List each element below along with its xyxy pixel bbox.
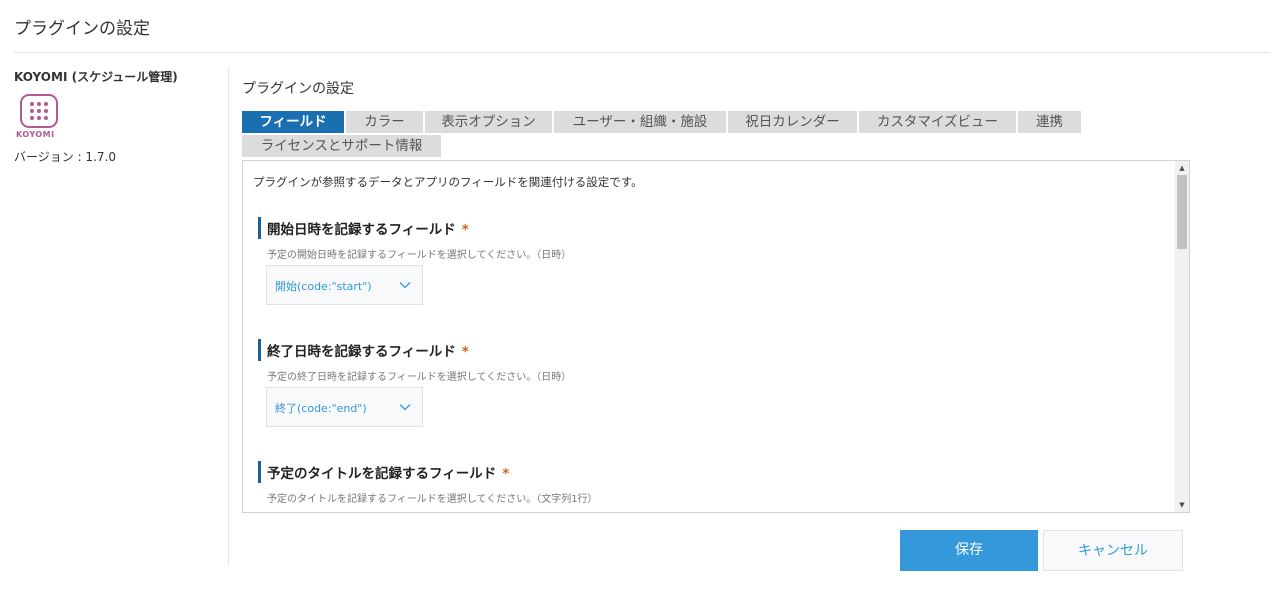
- required-mark: *: [502, 466, 510, 482]
- section-marker: [258, 217, 261, 239]
- section-title: 予定のタイトルを記録するフィールド *: [267, 466, 510, 482]
- required-mark: *: [461, 344, 469, 360]
- sidebar-divider: [228, 68, 229, 565]
- plugin-info-sidebar: KOYOMI (スケジュール管理) KOYOMI バージョン : 1.7.0: [14, 68, 214, 164]
- tab-integration[interactable]: 連携: [1018, 111, 1081, 133]
- tab-license-support[interactable]: ライセンスとサポート情報: [242, 135, 441, 157]
- section-title: 開始日時を記録するフィールド *: [267, 222, 469, 238]
- section-marker: [258, 461, 261, 483]
- chevron-down-icon: [399, 404, 411, 411]
- start-field-select[interactable]: 開始(code:"start"): [266, 265, 423, 305]
- scroll-down-arrow-icon[interactable]: ▼: [1175, 498, 1189, 512]
- section-marker: [258, 339, 261, 361]
- select-value: 開始(code:"start"): [275, 280, 372, 293]
- tab-field[interactable]: フィールド: [242, 111, 344, 133]
- plugin-name: KOYOMI (スケジュール管理): [14, 70, 178, 84]
- field-settings-panel: プラグインが参照するデータとアプリのフィールドを関連付ける設定です。 開始日時を…: [242, 160, 1190, 513]
- select-value: 終了(code:"end"): [275, 402, 367, 415]
- tab-color[interactable]: カラー: [346, 111, 423, 133]
- tab-display-options[interactable]: 表示オプション: [425, 111, 552, 133]
- settings-title: プラグインの設定: [242, 81, 354, 97]
- plugin-version: バージョン : 1.7.0: [14, 150, 116, 164]
- panel-description: プラグインが参照するデータとアプリのフィールドを関連付ける設定です。: [253, 175, 643, 189]
- settings-content: プラグインの設定 フィールド カラー 表示オプション ユーザー・組織・施設 祝日…: [242, 78, 1190, 513]
- header-divider: [14, 52, 1270, 53]
- tab-customize-view[interactable]: カスタマイズビュー: [859, 111, 1016, 133]
- cancel-button[interactable]: キャンセル: [1043, 530, 1183, 571]
- tab-holiday-calendar[interactable]: 祝日カレンダー: [728, 111, 857, 133]
- end-field-select[interactable]: 終了(code:"end"): [266, 387, 423, 427]
- page-header: プラグインの設定: [0, 0, 1280, 54]
- koyomi-logo-icon: [20, 94, 58, 128]
- scroll-up-arrow-icon[interactable]: ▲: [1175, 161, 1189, 175]
- scrollbar-thumb[interactable]: [1177, 175, 1187, 249]
- logo-text: KOYOMI: [16, 130, 55, 139]
- section-help: 予定のタイトルを記録するフィールドを選択してください。（文字列1行）: [267, 494, 598, 505]
- section-title: 終了日時を記録するフィールド *: [267, 344, 469, 360]
- section-help: 予定の開始日時を記録するフィールドを選択してください。（日時）: [267, 250, 572, 261]
- section-help: 予定の終了日時を記録するフィールドを選択してください。（日時）: [267, 372, 572, 383]
- required-mark: *: [461, 222, 469, 238]
- page-title: プラグインの設定: [14, 19, 150, 39]
- save-button[interactable]: 保存: [900, 530, 1038, 571]
- chevron-down-icon: [399, 282, 411, 289]
- panel-scrollbar[interactable]: ▲ ▼: [1175, 161, 1189, 512]
- tab-user-org-facility[interactable]: ユーザー・組織・施設: [554, 111, 726, 133]
